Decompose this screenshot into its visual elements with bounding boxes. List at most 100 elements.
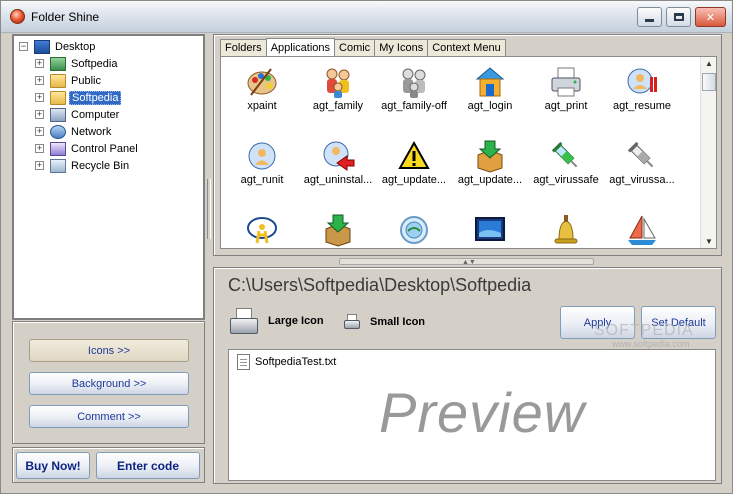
icon-cell-agt-family[interactable]: agt_family [300,57,376,131]
icon-cell-agt-update-2[interactable]: agt_update... [452,131,528,205]
icon-cell-sailboat[interactable] [604,205,680,248]
tree-item-control-panel[interactable]: + Control Panel [35,140,140,157]
icon-cell-bell[interactable] [528,205,604,248]
icon-label: agt_virussafe [533,174,599,186]
folder-path: C:\Users\Softpedia\Desktop\Softpedia [228,275,532,295]
icon-label: agt_print [544,100,588,112]
file-name: SoftpediaTest.txt [255,356,337,368]
buy-now-button[interactable]: Buy Now! [16,452,90,479]
tree-item-softpedia-root[interactable]: + Softpedia [35,55,119,72]
icon-cell-monitor[interactable] [452,205,528,248]
expand-icon[interactable]: + [35,110,44,119]
icon-label: agt_family [312,100,364,112]
runit-icon [248,142,276,170]
icon-cell-agt-virussafe-off[interactable]: agt_virussa... [604,131,680,205]
collapse-icon[interactable]: − [19,42,28,51]
small-icon-option[interactable]: Small Icon [344,314,425,329]
login-house-icon [475,67,505,97]
sailboat-icon [628,215,656,245]
expand-icon[interactable]: + [35,93,44,102]
maximize-button[interactable] [666,7,691,27]
scroll-down-icon[interactable]: ▼ [704,237,714,246]
tree-item-public[interactable]: + Public [35,72,103,89]
icon-cell-agt-virussafe[interactable]: agt_virussafe [528,131,604,205]
minimize-button[interactable] [637,7,662,27]
syringe-gray-icon [627,141,654,168]
icon-grid[interactable]: xpaint agt_family agt_family-off agt_log… [220,56,717,249]
scroll-up-icon[interactable]: ▲ [704,59,714,68]
tree-item-recycle-bin[interactable]: + Recycle Bin [35,157,131,174]
icon-cell-agt-login[interactable]: agt_login [452,57,528,131]
desktop-icon [34,39,50,54]
preview-placeholder-text: Preview [379,381,586,444]
family-icon [326,68,350,98]
folder-shine-app-icon [10,9,25,24]
icon-label: xpaint [247,100,277,112]
tab-my-icons[interactable]: My Icons [374,39,429,56]
icon-label: agt_login [467,100,513,112]
icon-cell-download-box[interactable] [300,205,376,248]
tree-item-label: Network [71,125,112,138]
tab-context-menu[interactable]: Context Menu [427,39,506,56]
expand-icon[interactable]: + [35,59,44,68]
icon-cell-agt-print[interactable]: agt_print [528,57,604,131]
expand-icon[interactable]: + [35,76,44,85]
tab-folders[interactable]: Folders [220,39,267,56]
icon-cell-agt-uninstall[interactable]: agt_uninstal... [300,131,376,205]
icon-cell-agt-update-1[interactable]: agt_update... [376,131,452,205]
purchase-button-panel: Buy Now! Enter code [12,447,205,483]
icon-grid-scrollbar[interactable]: ▲ ▼ [700,57,716,248]
recycle-bin-icon [50,158,66,173]
control-panel-icon [50,141,66,156]
network-icon [50,124,66,139]
close-button[interactable]: ✕ [695,7,726,27]
tree-item-network[interactable]: + Network [35,123,113,140]
expand-icon[interactable]: + [35,161,44,170]
bell-icon [554,215,578,244]
vertical-splitter[interactable] [206,34,212,484]
family-off-icon [402,68,426,98]
softpedia-watermark: SOFTPEDIA [594,322,694,339]
title-bar[interactable]: Folder Shine ✕ [1,1,732,33]
printer-icon [551,67,581,97]
tree-item-label: Control Panel [71,142,138,155]
monitor-icon [475,217,505,241]
folder-tree[interactable]: − Desktop + Softpedia + Public + Softped… [12,34,205,320]
preview-area: SoftpediaTest.txt Preview [228,349,716,481]
tree-item-softpedia-selected[interactable]: + Softpedia [35,89,122,106]
icon-gallery-panel: Folders Applications Comic My Icons Cont… [213,34,722,256]
icon-cell-aim[interactable] [224,205,300,248]
icon-cell-agt-resume[interactable]: agt_resume [604,57,680,131]
scrollbar-thumb[interactable] [702,73,716,91]
icon-cell-xpaint[interactable]: xpaint [224,57,300,131]
expand-icon[interactable]: + [35,127,44,136]
icon-cell-agt-runit[interactable]: agt_runit [224,131,300,205]
enter-code-button[interactable]: Enter code [96,452,200,479]
expand-icon[interactable]: + [35,144,44,153]
category-tabs: Folders Applications Comic My Icons Cont… [220,38,506,56]
comment-button[interactable]: Comment >> [29,405,189,428]
tree-item-computer[interactable]: + Computer [35,106,121,123]
tree-item-label: Recycle Bin [71,159,130,172]
horizontal-splitter[interactable]: ▲▼ [339,258,594,266]
minimize-icon [645,18,654,22]
tree-item-desktop[interactable]: − Desktop [19,38,97,55]
paint-palette-icon [247,68,277,96]
tab-applications[interactable]: Applications [265,38,336,56]
icon-label: agt_uninstal... [303,174,373,186]
background-button[interactable]: Background >> [29,372,189,395]
app-window: Folder Shine ✕ − Desktop + Softpedia + P… [0,0,733,494]
icon-label: agt_runit [240,174,284,186]
maximize-icon [673,13,684,21]
icon-cell-agt-family-off[interactable]: agt_family-off [376,57,452,131]
preview-file-item[interactable]: SoftpediaTest.txt [237,354,336,370]
text-file-icon [237,354,250,370]
icons-button[interactable]: Icons >> [29,339,189,362]
large-icon-option[interactable]: Large Icon [230,308,324,334]
icon-label: agt_family-off [381,100,447,112]
resume-icon [627,68,657,94]
tab-comic[interactable]: Comic [334,39,376,56]
preview-panel: C:\Users\Softpedia\Desktop\Softpedia Lar… [213,267,722,484]
tree-item-label: Desktop [55,40,96,53]
icon-cell-globe[interactable] [376,205,452,248]
